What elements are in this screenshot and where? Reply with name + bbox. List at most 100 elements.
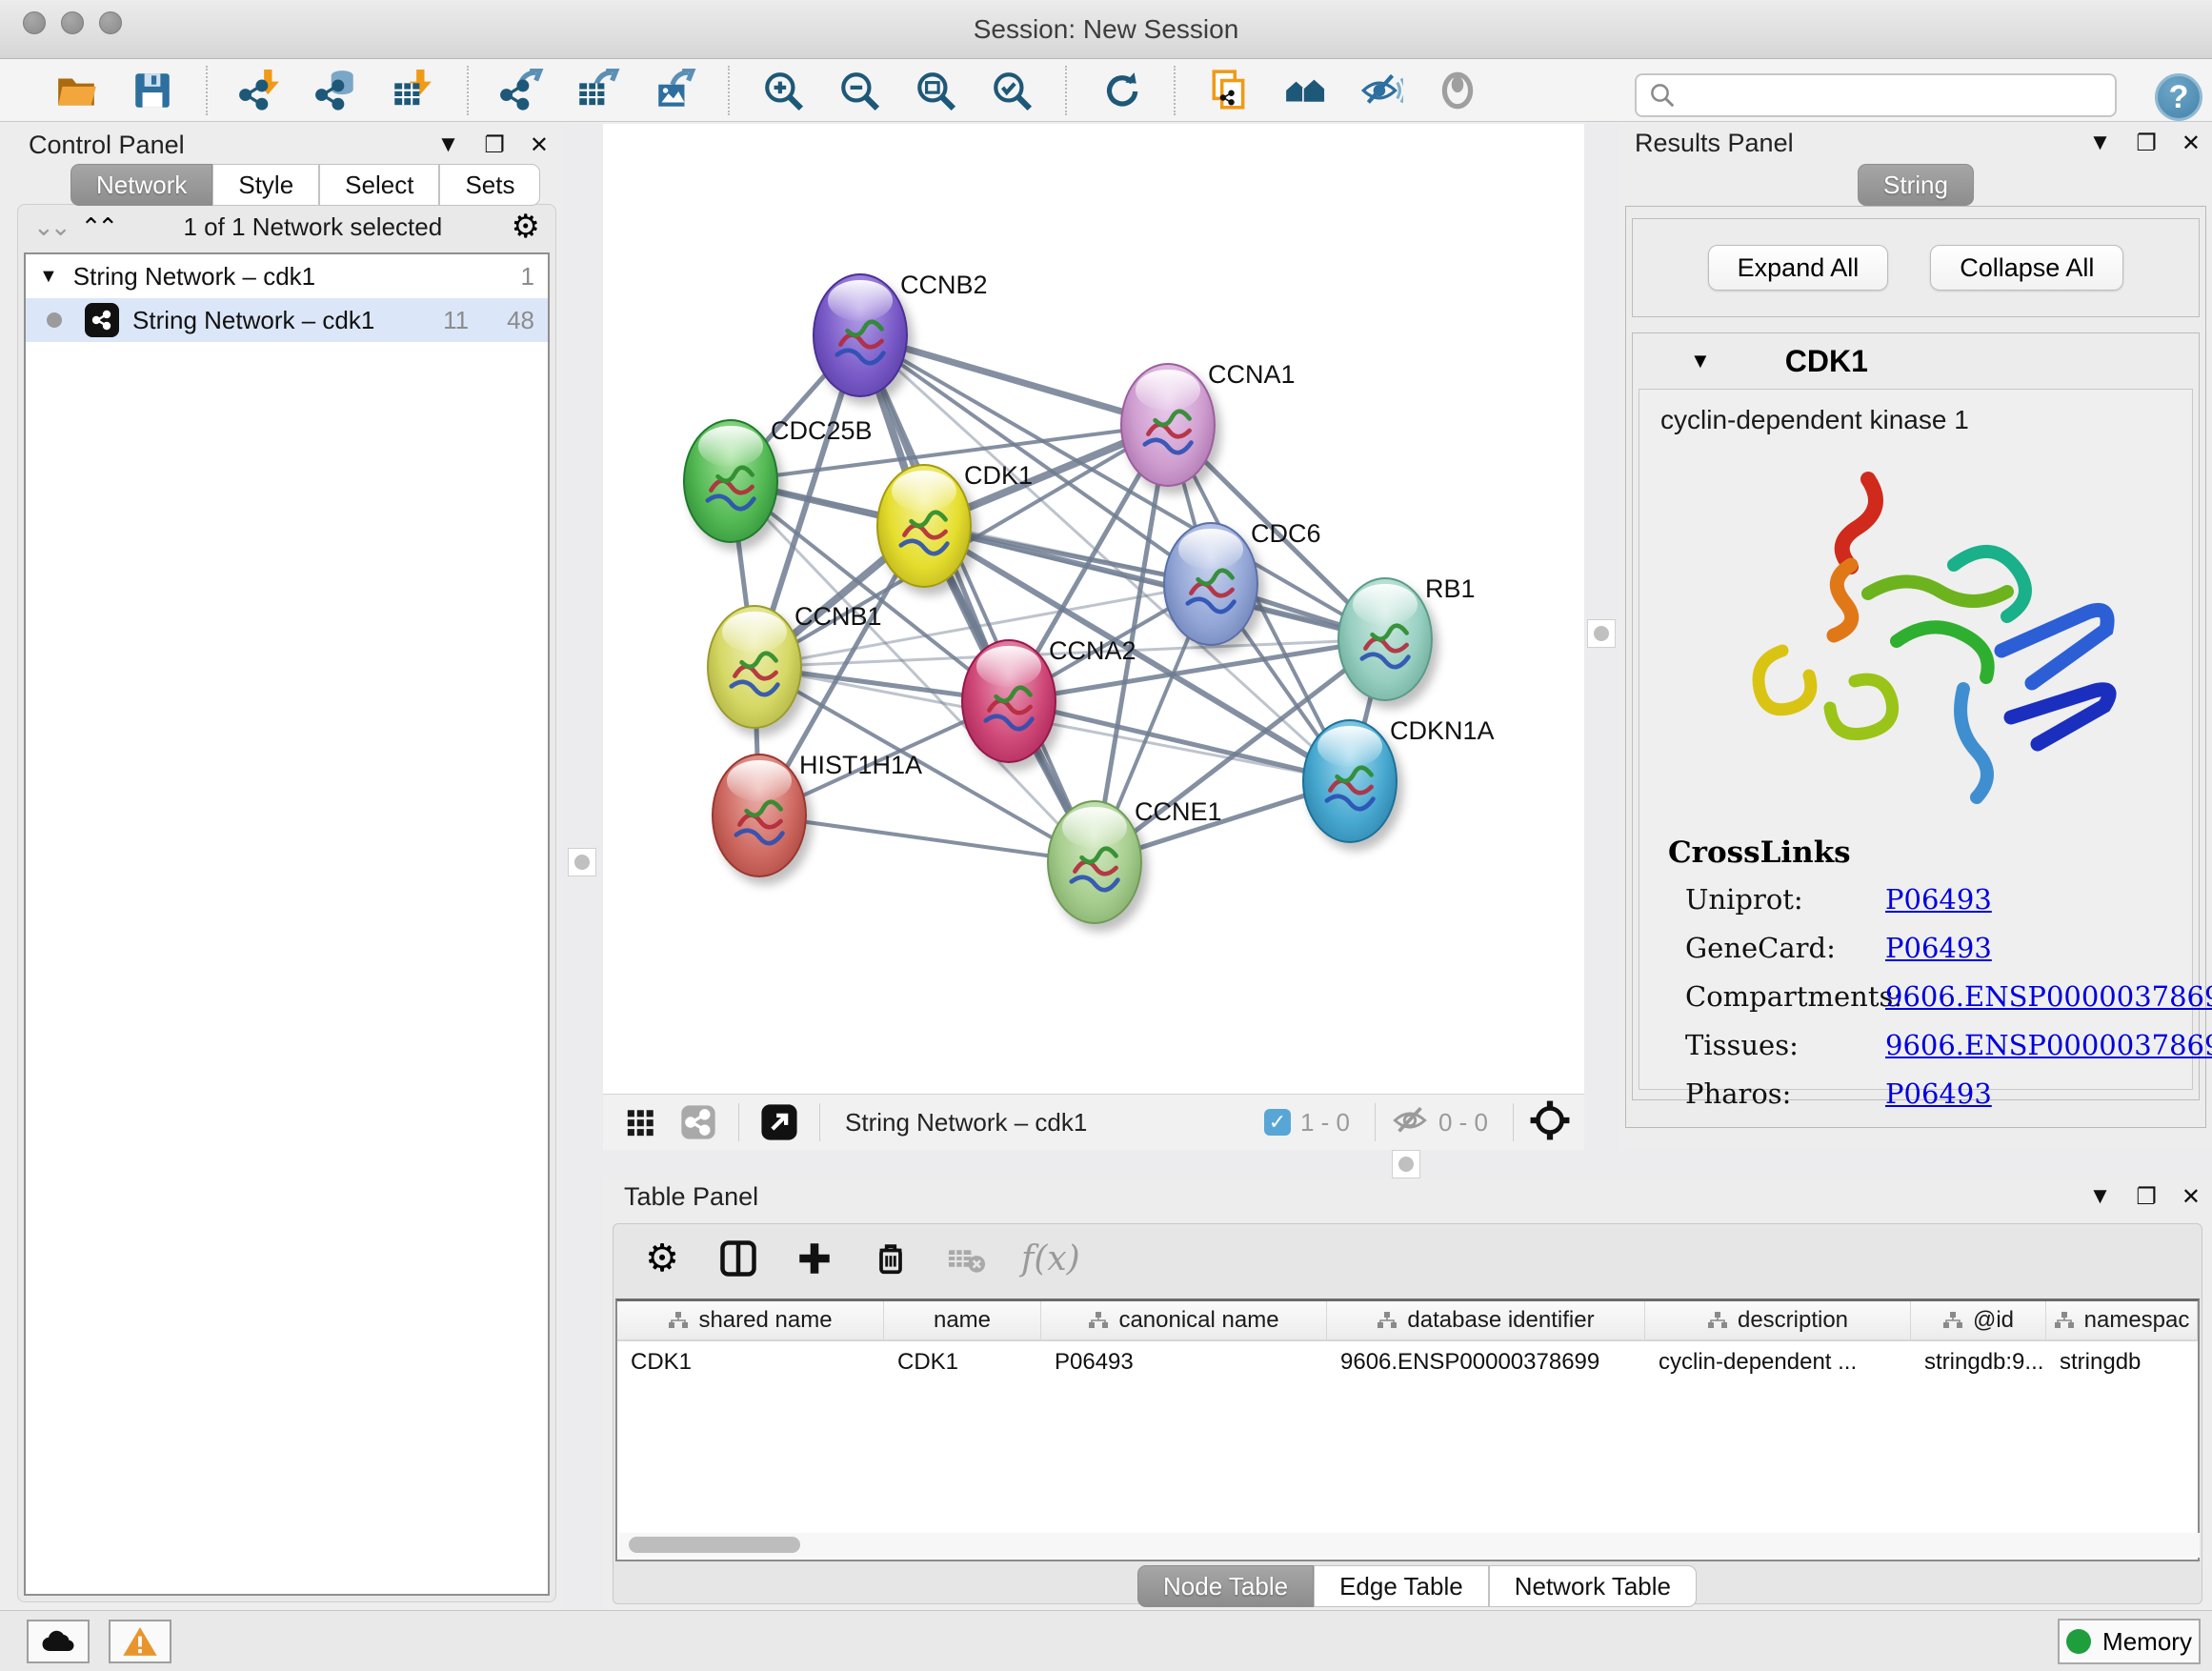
delete-column-trash-icon[interactable]: [869, 1237, 913, 1280]
tab-edge-table[interactable]: Edge Table: [1314, 1565, 1489, 1607]
create-column-plus-icon[interactable]: [793, 1237, 836, 1280]
node-table[interactable]: shared namename canonical name database …: [615, 1299, 2200, 1561]
column-header-name[interactable]: name: [884, 1301, 1041, 1339]
network-view-icon[interactable]: [674, 1097, 723, 1147]
column-header-namespac[interactable]: namespac: [2046, 1301, 2198, 1339]
network-node-cdkn1a[interactable]: [1302, 719, 1398, 843]
column-header-canonical-name[interactable]: canonical name: [1041, 1301, 1327, 1339]
column-header-database-identifier[interactable]: database identifier: [1327, 1301, 1645, 1339]
expand-all-button[interactable]: Expand All: [1708, 245, 1889, 291]
panel-close-icon[interactable]: ✕: [2182, 1183, 2201, 1211]
table-horizontal-scrollbar[interactable]: [619, 1533, 2200, 1558]
tab-network-table[interactable]: Network Table: [1489, 1565, 1697, 1607]
network-options-gear-icon[interactable]: ⚙: [512, 208, 540, 246]
grid-view-icon[interactable]: [616, 1097, 666, 1147]
table-cell[interactable]: stringdb:9...: [1911, 1341, 2046, 1383]
search-box[interactable]: [1635, 73, 2117, 117]
panel-collapse-icon[interactable]: ▼: [2089, 130, 2112, 156]
tab-style[interactable]: Style: [212, 164, 319, 206]
crosslink-link[interactable]: P06493: [1885, 883, 1992, 916]
import-network-database-icon[interactable]: [312, 66, 362, 115]
import-network-icon[interactable]: [236, 66, 286, 115]
double-home-icon[interactable]: [1280, 66, 1330, 115]
tree-expand-icon[interactable]: ▼: [39, 266, 58, 288]
network-node-hist1h1a[interactable]: [712, 754, 807, 877]
panel-float-icon[interactable]: ❐: [484, 131, 505, 159]
network-edge[interactable]: [1009, 701, 1350, 781]
maximize-window-icon[interactable]: [99, 11, 122, 34]
network-node-ccne1[interactable]: [1047, 800, 1142, 924]
export-table-icon[interactable]: [573, 66, 623, 115]
minimize-window-icon[interactable]: [61, 11, 84, 34]
left-splitter[interactable]: [562, 124, 603, 1610]
collapse-all-networks-icon[interactable]: ⌄⌄: [33, 212, 68, 242]
help-button[interactable]: ?: [2155, 73, 2202, 121]
network-node-ccnb2[interactable]: [813, 273, 908, 397]
network-collection-row[interactable]: ▼ String Network – cdk1 1: [26, 254, 548, 298]
panel-float-icon[interactable]: ❐: [2136, 130, 2157, 157]
network-node-cdc6[interactable]: [1163, 522, 1258, 646]
crosslink-link[interactable]: 9606.ENSP00000378699: [1885, 980, 2212, 1013]
birdseye-view-icon[interactable]: [754, 1097, 804, 1147]
network-canvas[interactable]: CCNB2 CCNA1 CDC25B CDK1: [603, 124, 1584, 1094]
search-input[interactable]: [1677, 81, 2096, 111]
right-splitter-grip[interactable]: [1587, 619, 1616, 648]
network-edge[interactable]: [860, 335, 1095, 862]
column-header-shared-name[interactable]: shared name: [617, 1301, 884, 1339]
collapse-all-button[interactable]: Collapse All: [1930, 245, 2123, 291]
zoom-out-icon[interactable]: [835, 66, 884, 115]
entry-collapse-icon[interactable]: ▼: [1690, 349, 1711, 373]
save-session-icon[interactable]: [128, 66, 177, 115]
tab-select[interactable]: Select: [319, 164, 439, 206]
crosslink-link[interactable]: P06493: [1885, 1077, 1992, 1110]
tab-sets[interactable]: Sets: [439, 164, 540, 206]
table-cell[interactable]: stringdb: [2046, 1341, 2198, 1383]
table-cell[interactable]: P06493: [1041, 1341, 1327, 1383]
selected-checkbox-icon[interactable]: ✓: [1264, 1109, 1291, 1136]
network-node-ccna1[interactable]: [1120, 363, 1216, 487]
table-row[interactable]: CDK1CDK1P064939606.ENSP00000378699cyclin…: [617, 1341, 2198, 1383]
table-cell[interactable]: cyclin-dependent ...: [1645, 1341, 1911, 1383]
expand-all-networks-icon[interactable]: ⌃⌃: [81, 212, 115, 242]
documents-network-icon[interactable]: [1204, 66, 1254, 115]
pan-crosshair-icon[interactable]: [1529, 1099, 1571, 1146]
export-image-icon[interactable]: [650, 66, 699, 115]
zoom-fit-icon[interactable]: [911, 66, 960, 115]
tab-network[interactable]: Network: [70, 164, 212, 206]
import-table-icon[interactable]: [389, 66, 438, 115]
table-cell[interactable]: CDK1: [884, 1341, 1041, 1383]
column-header-description[interactable]: description: [1645, 1301, 1911, 1339]
open-session-icon[interactable]: [51, 66, 101, 115]
zoom-selected-icon[interactable]: [987, 66, 1036, 115]
table-cell[interactable]: 9606.ENSP00000378699: [1327, 1341, 1645, 1383]
right-splitter[interactable]: [1584, 124, 1619, 1149]
apply-layout-icon[interactable]: [1096, 66, 1145, 115]
export-network-icon[interactable]: [497, 66, 547, 115]
eye-slash-icon[interactable]: [1357, 66, 1406, 115]
network-node-cdc25b[interactable]: [683, 419, 778, 543]
bottom-splitter[interactable]: [603, 1150, 2212, 1178]
left-splitter-grip[interactable]: [568, 848, 596, 876]
network-node-ccna2[interactable]: [961, 639, 1056, 763]
panel-close-icon[interactable]: ✕: [530, 131, 549, 159]
network-node-ccnb1[interactable]: [707, 605, 802, 729]
bottom-splitter-grip[interactable]: [1392, 1150, 1420, 1178]
memory-button[interactable]: Memory: [2058, 1619, 2201, 1664]
panel-collapse-icon[interactable]: ▼: [437, 131, 460, 158]
close-window-icon[interactable]: [23, 11, 46, 34]
network-edge[interactable]: [759, 815, 1095, 862]
table-settings-gear-icon[interactable]: ⚙: [640, 1237, 684, 1280]
network-node-cdk1[interactable]: [876, 464, 972, 588]
show-columns-icon[interactable]: [716, 1237, 760, 1280]
gene-entry-header[interactable]: ▼ CDK1: [1633, 333, 2199, 389]
table-cell[interactable]: CDK1: [617, 1341, 884, 1383]
panel-close-icon[interactable]: ✕: [2182, 130, 2201, 157]
panel-float-icon[interactable]: ❐: [2136, 1183, 2157, 1211]
panel-collapse-icon[interactable]: ▼: [2089, 1183, 2112, 1210]
column-header-@id[interactable]: @id: [1911, 1301, 2046, 1339]
network-row[interactable]: String Network – cdk1 11 48: [26, 298, 548, 342]
crosslink-link[interactable]: 9606.ENSP00000378699: [1885, 1029, 2212, 1061]
network-node-rb1[interactable]: [1337, 577, 1433, 701]
tab-string[interactable]: String: [1858, 164, 1974, 206]
eye-icon[interactable]: [1433, 66, 1482, 115]
